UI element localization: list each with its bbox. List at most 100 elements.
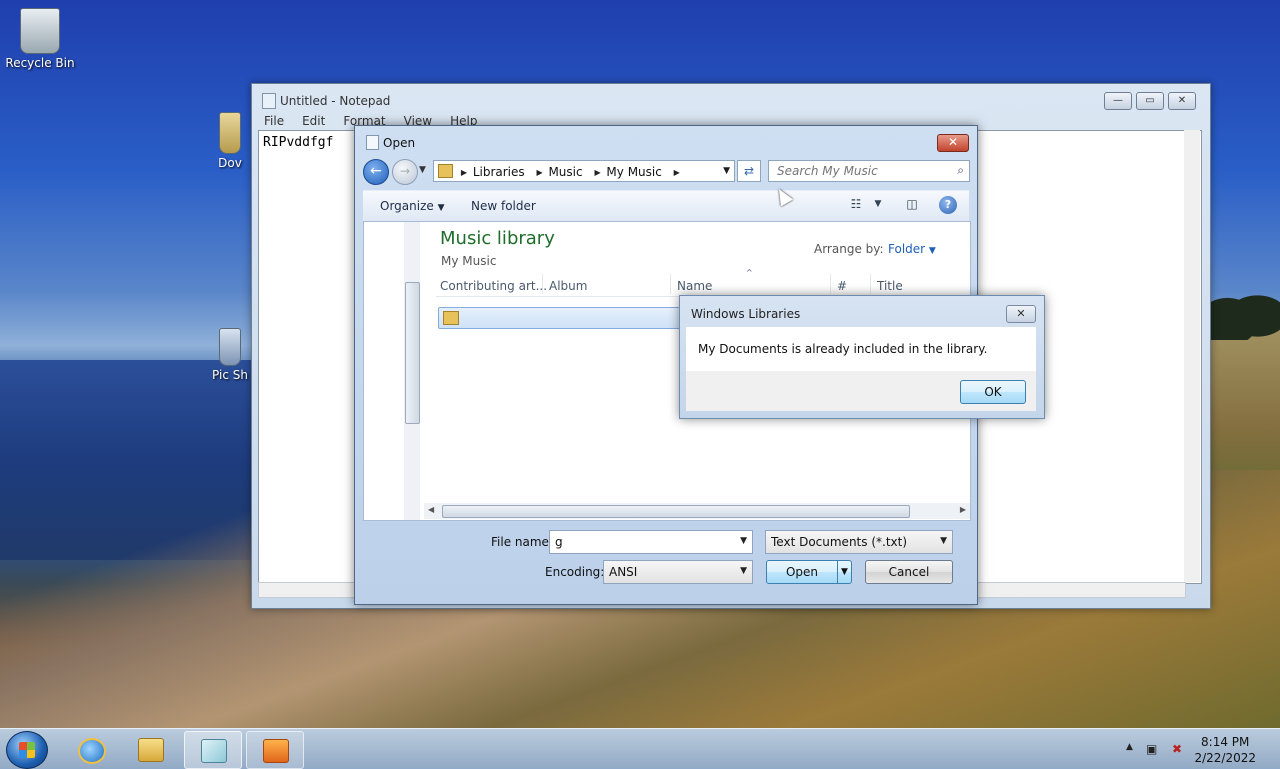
address-bar[interactable]: ▶ Libraries ▶ Music ▶ My Music ▶ ▼ <box>433 160 735 182</box>
folder-icon <box>443 311 459 325</box>
clock-time: 8:14 PM <box>1201 735 1250 749</box>
column-divider <box>542 274 543 294</box>
menu-edit[interactable]: Edit <box>302 114 325 128</box>
new-folder-button[interactable]: New folder <box>471 199 536 213</box>
document-icon <box>219 112 241 154</box>
taskbar-file-explorer[interactable] <box>122 731 178 767</box>
column-header-row: Contributing art... Album Name ^ # Title <box>436 268 956 297</box>
open-button-label: Open <box>785 565 819 579</box>
breadcrumb-my-music[interactable]: My Music <box>606 165 661 179</box>
arrange-by-dropdown[interactable]: Folder ▼ <box>888 242 936 256</box>
notepad-text: RIPvddfgf <box>263 135 334 150</box>
scroll-left-icon[interactable]: ◀ <box>428 505 434 514</box>
chevron-down-icon: ▼ <box>740 566 747 576</box>
taskbar: ▲ ▣ ✖ 8:14 PM 2/22/2022 <box>0 728 1280 769</box>
ok-button[interactable]: OK <box>960 380 1026 404</box>
organize-button[interactable]: Organize ▼ <box>380 199 445 213</box>
view-options-icon[interactable]: ☷ <box>847 197 865 213</box>
encoding-select[interactable]: ANSI ▼ <box>603 560 753 584</box>
libraries-message-dialog: Windows Libraries ✕ My Documents is alre… <box>679 295 1045 419</box>
file-type-select[interactable]: Text Documents (*.txt) ▼ <box>765 530 953 554</box>
encoding-value: ANSI <box>609 565 638 579</box>
address-dropdown-icon[interactable]: ▼ <box>723 166 730 176</box>
breadcrumb-separator[interactable]: ▶ <box>594 168 600 177</box>
breadcrumb-separator[interactable]: ▶ <box>674 168 680 177</box>
minimize-button[interactable]: — <box>1104 92 1132 110</box>
file-name-value: g <box>555 535 563 549</box>
desktop-icon-recycle-bin[interactable]: Recycle Bin <box>0 8 80 70</box>
scroll-right-icon[interactable]: ▶ <box>960 505 966 514</box>
desktop-icon-label: Pic Sh <box>212 368 248 382</box>
dialog-close-button[interactable]: ✕ <box>937 134 969 152</box>
message-footer: OK <box>686 371 1036 411</box>
picture-icon <box>219 328 241 366</box>
vertical-scrollbar[interactable] <box>1184 130 1200 582</box>
breadcrumb-separator[interactable]: ▶ <box>536 168 542 177</box>
arrange-by-value: Folder <box>888 242 926 256</box>
library-subtitle: My Music <box>441 254 497 268</box>
menu-file[interactable]: File <box>264 114 284 128</box>
refresh-button[interactable]: ⇄ <box>737 160 761 182</box>
taskbar-media-player[interactable] <box>246 731 304 769</box>
close-button[interactable]: ✕ <box>1168 92 1196 110</box>
view-dropdown-icon[interactable]: ▼ <box>869 199 887 215</box>
system-clock[interactable]: 8:14 PM 2/22/2022 <box>1194 734 1256 766</box>
open-button[interactable]: Open ▼ <box>766 560 852 584</box>
internet-explorer-icon <box>78 738 106 764</box>
file-name-label: File name: <box>491 535 553 549</box>
start-button[interactable] <box>6 731 48 769</box>
taskbar-notepad[interactable] <box>184 731 242 769</box>
navigation-row: ← → ▼ ▶ Libraries ▶ Music ▶ My Music ▶ ▼… <box>363 158 970 185</box>
notepad-icon <box>201 739 227 763</box>
message-text: My Documents is already included in the … <box>698 342 988 356</box>
desktop-icon-label: Dov <box>218 156 242 170</box>
message-body: My Documents is already included in the … <box>686 327 1036 371</box>
horizontal-scroll-thumb[interactable] <box>442 505 910 518</box>
message-close-button[interactable]: ✕ <box>1006 305 1036 323</box>
sort-ascending-icon: ^ <box>746 268 753 277</box>
horizontal-scrollbar[interactable]: ◀ ▶ <box>424 503 970 519</box>
dialog-toolbar: Organize ▼ New folder ☷ ▼ ◫ ? <box>363 190 969 222</box>
search-input[interactable] <box>775 161 949 181</box>
column-divider <box>870 274 871 294</box>
desktop-trees <box>1205 280 1280 340</box>
breadcrumb-separator[interactable]: ▶ <box>461 168 467 177</box>
notepad-title: Untitled - Notepad <box>280 94 391 108</box>
column-title[interactable]: Title <box>877 279 903 293</box>
show-hidden-icons-icon[interactable]: ▲ <box>1126 742 1133 752</box>
open-split-dropdown-icon[interactable]: ▼ <box>837 561 851 583</box>
column-contributing-artists[interactable]: Contributing art... <box>440 279 547 293</box>
help-icon[interactable]: ? <box>939 196 957 214</box>
volume-muted-icon[interactable]: ✖ <box>1172 742 1182 756</box>
library-title: Music library <box>440 228 555 249</box>
column-divider <box>830 274 831 294</box>
column-album[interactable]: Album <box>549 279 587 293</box>
column-name[interactable]: Name <box>677 279 712 293</box>
breadcrumb-libraries[interactable]: Libraries <box>473 165 525 179</box>
forward-button[interactable]: → <box>392 159 418 185</box>
chevron-down-icon[interactable]: ▼ <box>740 536 747 546</box>
recycle-bin-icon <box>20 8 60 54</box>
maximize-button[interactable]: ▭ <box>1136 92 1164 110</box>
media-player-icon <box>263 739 289 763</box>
chevron-down-icon: ▼ <box>928 246 936 256</box>
network-icon[interactable]: ▣ <box>1146 742 1157 756</box>
search-box[interactable]: ⌕ <box>768 160 970 182</box>
taskbar-internet-explorer[interactable] <box>62 731 118 767</box>
chevron-down-icon: ▼ <box>437 203 445 213</box>
navigation-pane[interactable] <box>364 222 405 520</box>
message-title: Windows Libraries <box>691 307 801 321</box>
back-button[interactable]: ← <box>363 159 389 185</box>
column-track-number[interactable]: # <box>837 279 847 293</box>
search-icon[interactable]: ⌕ <box>957 163 964 178</box>
preview-pane-icon[interactable]: ◫ <box>903 197 921 213</box>
file-name-combobox[interactable]: g ▼ <box>549 530 753 554</box>
desktop-icon-label: Recycle Bin <box>5 56 75 70</box>
recent-locations-dropdown[interactable]: ▼ <box>419 165 426 175</box>
column-divider <box>670 274 671 294</box>
cancel-button[interactable]: Cancel <box>865 560 953 584</box>
navigation-scroll-thumb[interactable] <box>405 282 420 424</box>
breadcrumb-music[interactable]: Music <box>548 165 582 179</box>
chevron-down-icon: ▼ <box>940 536 947 546</box>
organize-label: Organize <box>380 199 434 213</box>
